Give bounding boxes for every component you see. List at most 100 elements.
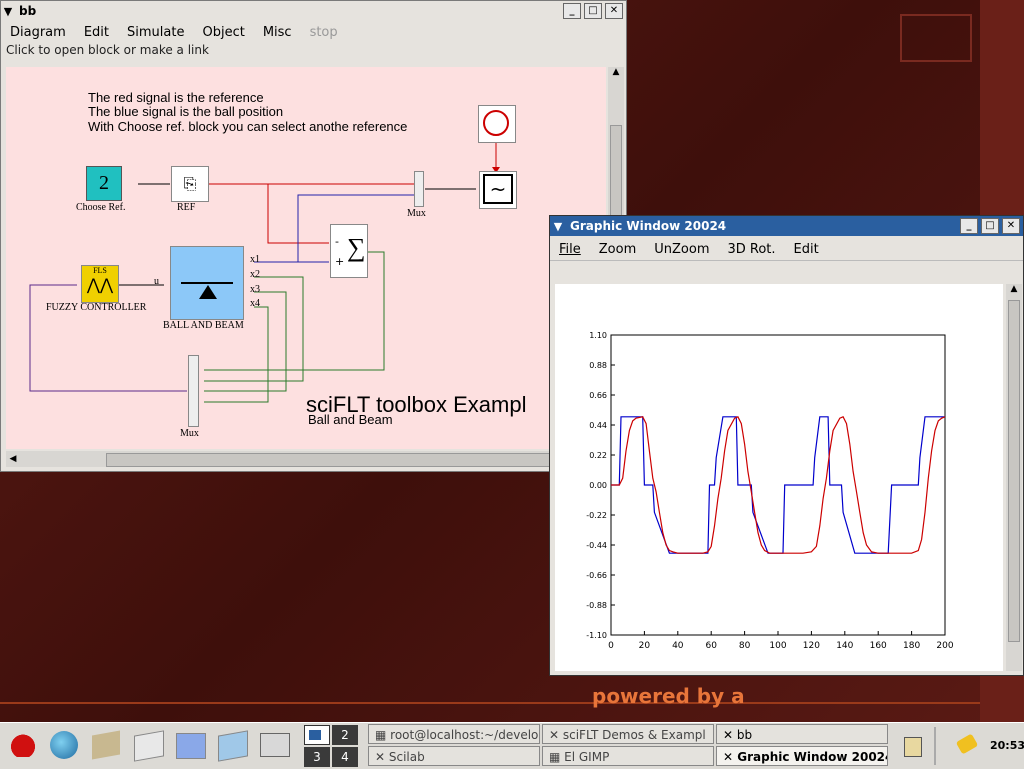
x1-label: x1 xyxy=(250,254,260,265)
x-tick-label: 140 xyxy=(836,641,853,651)
menu-stop[interactable]: stop xyxy=(301,25,347,40)
task-graphic-label: Graphic Window 20024 xyxy=(737,750,888,764)
menu-misc[interactable]: Misc xyxy=(254,25,301,40)
scicos-titlebar[interactable]: ▼ bb _ □ ✕ xyxy=(1,1,626,21)
writer-launcher-icon[interactable] xyxy=(134,730,164,762)
task-graphic-window[interactable]: ✕ Graphic Window 20024 xyxy=(716,746,888,766)
workspace-2[interactable]: 2 xyxy=(332,725,358,745)
x3-label: x3 xyxy=(250,284,260,295)
menu-file[interactable]: File xyxy=(550,242,590,257)
workspace-3[interactable]: 3 xyxy=(304,747,330,767)
x-tick-label: 100 xyxy=(769,641,786,651)
redhat-menu-icon[interactable] xyxy=(8,731,38,757)
sum-block[interactable]: - + ∑ xyxy=(330,224,368,278)
task-terminal[interactable]: ▦ root@localhost:~/develop xyxy=(368,724,540,744)
browser-launcher-icon[interactable] xyxy=(50,731,78,759)
scicos-menubar: Diagram Edit Simulate Object Misc stop xyxy=(1,21,626,43)
plot-scroll-thumb[interactable] xyxy=(1008,300,1020,642)
sum-plus: + xyxy=(335,255,345,268)
fls-block[interactable]: FLS ⋀⋀ xyxy=(81,265,119,303)
task-gimp-label: El GIMP xyxy=(564,750,610,764)
clock-block[interactable] xyxy=(478,105,516,143)
menu-edit[interactable]: Edit xyxy=(75,25,118,40)
maximize-button[interactable]: □ xyxy=(584,3,602,19)
x2-label: x2 xyxy=(250,269,260,280)
workspace-4[interactable]: 4 xyxy=(332,747,358,767)
choose-ref-block[interactable]: 2 xyxy=(86,166,122,201)
x-tick-label: 160 xyxy=(870,641,887,651)
diagram-subheading: Ball and Beam xyxy=(308,412,393,427)
clipboard-icon[interactable] xyxy=(904,737,922,757)
y-tick-label: -0.88 xyxy=(586,601,607,610)
graphic-titlebar[interactable]: ▼ Graphic Window 20024 _ □ ✕ xyxy=(550,216,1023,236)
window-menu-icon[interactable]: ▼ xyxy=(1,5,15,18)
task-terminal-label: root@localhost:~/develop xyxy=(390,728,540,742)
task-bb-icon: ✕ xyxy=(723,728,737,742)
beam-icon xyxy=(181,282,233,284)
update-notifier-icon[interactable] xyxy=(955,733,979,755)
ball-beam-block[interactable] xyxy=(170,246,244,320)
graphic-minimize-button[interactable]: _ xyxy=(960,218,978,234)
x-tick-label: 80 xyxy=(739,641,751,651)
window-title: bb xyxy=(19,4,37,18)
menu-3d-rot[interactable]: 3D Rot. xyxy=(718,242,784,257)
y-tick-label: 0.44 xyxy=(589,421,607,430)
x-tick-label: 180 xyxy=(903,641,920,651)
menu-unzoom[interactable]: UnZoom xyxy=(645,242,718,257)
presentation-launcher-icon[interactable] xyxy=(176,733,206,759)
mux-bottom-block[interactable] xyxy=(188,355,199,427)
task-sciflt-label: sciFLT Demos & Exampl xyxy=(562,728,706,742)
y-tick-label: 0.66 xyxy=(589,391,607,400)
menu-object[interactable]: Object xyxy=(193,25,253,40)
clock[interactable]: 20:53 xyxy=(990,739,1024,752)
minimize-button[interactable]: _ xyxy=(563,3,581,19)
diagram-canvas[interactable]: The red signal is the reference The blue… xyxy=(6,67,606,449)
fuzzy-controller-label: FUZZY CONTROLLER xyxy=(46,302,147,313)
y-tick-label: -0.66 xyxy=(586,571,607,580)
workspace-1[interactable] xyxy=(304,725,330,745)
graphic-close-button[interactable]: ✕ xyxy=(1002,218,1020,234)
horizontal-thumb[interactable] xyxy=(106,453,558,467)
mux-top-label: Mux xyxy=(407,208,426,219)
series-blue-line xyxy=(611,416,945,554)
mail-launcher-icon[interactable] xyxy=(92,730,120,760)
scroll-up-arrow[interactable]: ▲ xyxy=(608,67,624,81)
plot-vertical-scrollbar[interactable]: ▲ xyxy=(1006,284,1022,671)
x-tick-label: 60 xyxy=(705,641,717,651)
mux-top-block[interactable] xyxy=(414,171,424,207)
diagram-horizontal-scrollbar[interactable]: ◀ xyxy=(6,451,606,467)
scope-block[interactable]: ~ xyxy=(479,171,517,209)
menu-diagram[interactable]: Diagram xyxy=(1,25,75,40)
scroll-left-arrow[interactable]: ◀ xyxy=(6,451,20,467)
desktop-logo xyxy=(900,14,972,62)
close-button[interactable]: ✕ xyxy=(605,3,623,19)
menu-edit-graphic[interactable]: Edit xyxy=(785,242,828,257)
graphic-maximize-button[interactable]: □ xyxy=(981,218,999,234)
ref-block[interactable]: ⎘ xyxy=(171,166,209,202)
printer-launcher-icon[interactable] xyxy=(260,733,290,757)
x4-label: x4 xyxy=(250,298,260,309)
scicos-window: ▼ bb _ □ ✕ Diagram Edit Simulate Object … xyxy=(0,0,627,472)
graphic-menubar: File Zoom UnZoom 3D Rot. Edit xyxy=(550,238,1023,260)
spreadsheet-launcher-icon[interactable] xyxy=(218,730,248,762)
status-bar: Click to open block or make a link xyxy=(6,43,209,57)
y-tick-label: 0.00 xyxy=(589,481,607,490)
plot-area[interactable]: 0 20 40 60 80 100 120 140 160 180 200 1.10 0.88 0.66 0… xyxy=(555,284,1003,671)
mux-bottom-label: Mux xyxy=(180,428,199,439)
task-scilab[interactable]: ✕ Scilab xyxy=(368,746,540,766)
y-tick-label: -1.10 xyxy=(586,631,607,640)
y-tick-label: 1.10 xyxy=(589,331,607,340)
menu-simulate[interactable]: Simulate xyxy=(118,25,193,40)
plot-scroll-up-arrow[interactable]: ▲ xyxy=(1006,284,1022,298)
task-gimp[interactable]: ▦ El GIMP xyxy=(542,746,714,766)
ref-label: REF xyxy=(177,202,196,213)
task-sciflt-icon: ✕ xyxy=(549,728,563,742)
graphic-window: ▼ Graphic Window 20024 _ □ ✕ File Zoom U… xyxy=(549,215,1024,676)
y-tick-label: -0.44 xyxy=(586,541,607,550)
task-bb[interactable]: ✕ bb xyxy=(716,724,888,744)
graphic-window-menu-icon[interactable]: ▼ xyxy=(550,220,566,233)
menu-zoom[interactable]: Zoom xyxy=(590,242,645,257)
task-terminal-icon: ▦ xyxy=(375,728,391,742)
task-sciflt-demos[interactable]: ✕ sciFLT Demos & Exampl xyxy=(542,724,714,744)
task-scilab-icon: ✕ xyxy=(375,750,389,764)
